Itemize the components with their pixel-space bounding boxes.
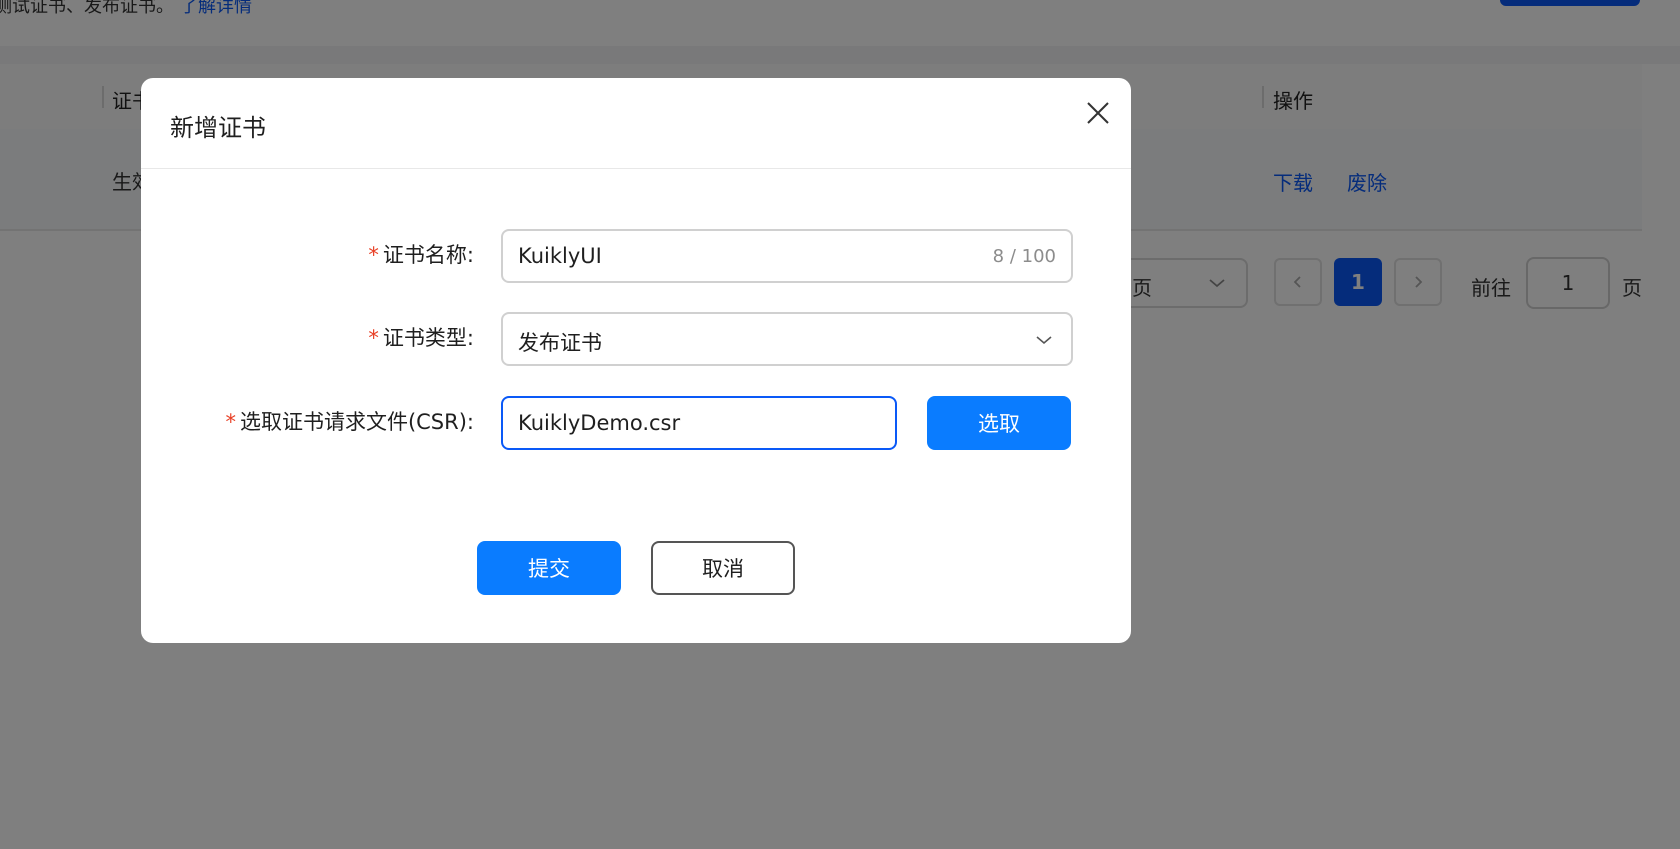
cancel-button[interactable]: 取消 [651,541,795,595]
certificate-type-label-text: 证书类型: [382,326,474,350]
close-button[interactable] [1081,96,1115,130]
certificate-name-input[interactable]: KuiklyUI 8 / 100 [501,229,1073,283]
add-certificate-dialog: 新增证书 * 证书名称: KuiklyUI 8 / 100 * 证书类型: 发布证书… [141,78,1131,643]
character-counter: 8 / 100 [992,246,1056,267]
csr-file-value: KuiklyDemo.csr [518,411,681,435]
csr-file-label: * 选取证书请求文件(CSR): [225,406,474,436]
chevron-down-icon [1036,336,1052,345]
certificate-name-label: * 证书名称: [368,239,474,269]
certificate-type-select[interactable]: 发布证书 [501,312,1073,366]
certificate-name-value: KuiklyUI [518,244,602,268]
choose-file-button[interactable]: 选取 [927,396,1071,450]
certificate-type-label: * 证书类型: [368,322,474,352]
csr-file-input[interactable]: KuiklyDemo.csr [501,396,897,450]
submit-button[interactable]: 提交 [477,541,621,595]
dialog-title: 新增证书 [170,114,266,142]
required-mark: * [368,326,379,350]
close-icon [1087,102,1109,124]
certificate-name-label-text: 证书名称: [382,243,474,267]
required-mark: * [225,410,236,434]
required-mark: * [368,243,379,267]
certificate-type-value: 发布证书 [518,331,602,355]
dialog-divider [141,168,1131,169]
csr-file-label-text: 选取证书请求文件(CSR): [239,410,474,434]
